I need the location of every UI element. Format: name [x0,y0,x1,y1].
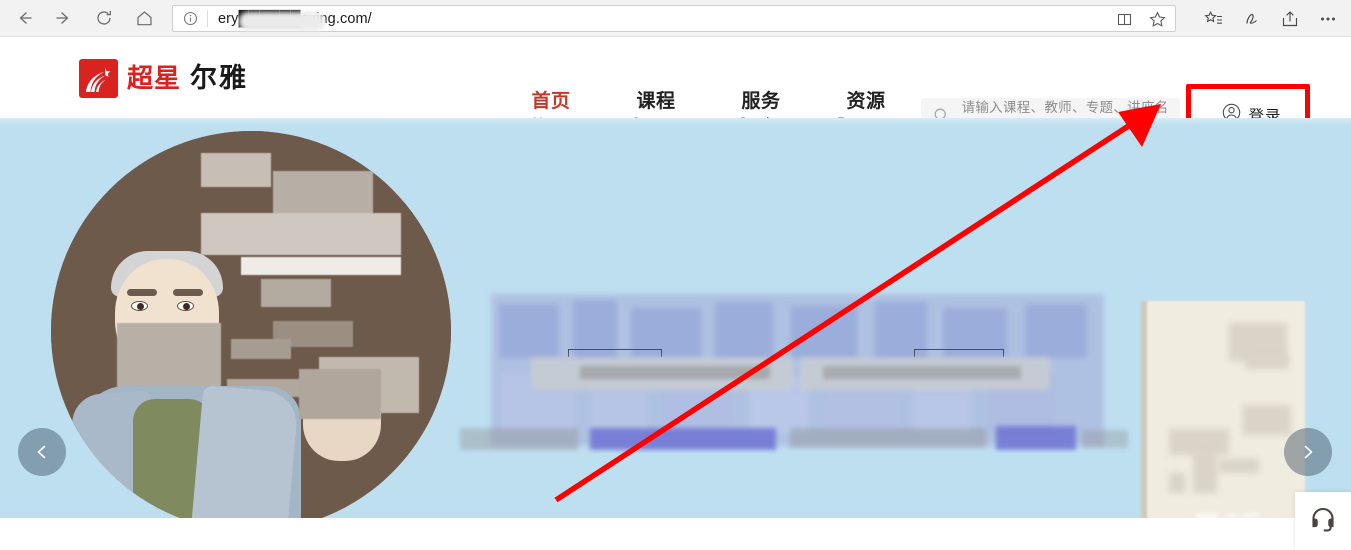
subtitle-bracket-right [914,349,1004,357]
page-below-banner [0,518,1351,550]
banner-gradient [0,118,1351,125]
screenshot-root: ery██████oxing.com/ [0,0,1351,550]
subtitle-bracket-left [568,349,662,357]
carousel-prev-button[interactable] [18,428,66,476]
caption-line-5 [1082,430,1128,448]
nav-item-courses-cn: 课程 [636,90,676,112]
carousel-next-button[interactable] [1284,428,1332,476]
watermark-chip-icon [1196,512,1218,528]
address-bar-actions [1108,7,1174,32]
caption-line-1 [460,428,578,450]
info-icon[interactable] [173,6,207,31]
site-header: 超星 尔雅 首页 Home 课程 Courses 服务 Service 资源 R… [0,38,1351,156]
url-text: ery██████oxing.com/ [208,11,372,31]
home-icon[interactable] [124,2,164,34]
hero-carousel[interactable] [0,118,1351,518]
address-bar[interactable]: ery██████oxing.com/ [172,5,1176,32]
subtitle-text-2 [823,366,1021,379]
customer-service-button[interactable] [1295,492,1351,550]
forward-arrow-icon[interactable] [44,2,84,34]
refresh-icon[interactable] [84,2,124,34]
star-icon[interactable] [1141,7,1174,32]
logo-brand-cn: 超星 [127,63,182,94]
headset-icon [1308,504,1338,539]
watermark-text: 主机 [1223,510,1262,533]
url-redaction-blur [239,11,325,31]
subtitle-text-1 [580,366,770,379]
reading-view-icon[interactable] [1108,7,1141,32]
nav-item-home-cn: 首页 [531,90,571,112]
share-icon[interactable] [1271,3,1309,34]
favorites-list-icon[interactable] [1195,3,1233,34]
nav-item-service-cn: 服务 [741,90,781,112]
back-arrow-icon[interactable] [4,2,44,34]
nav-item-resource-cn: 资源 [846,90,886,112]
caption-line-2 [590,428,776,450]
more-options-icon[interactable] [1309,3,1347,34]
web-notes-icon[interactable] [1233,3,1271,34]
carousel-book-illustration [1147,301,1305,518]
carousel-portrait-illustration [51,131,451,518]
browser-actions [1195,3,1347,34]
caption-line-4 [996,426,1076,450]
browser-toolbar: ery██████oxing.com/ [0,0,1351,37]
chaoxing-logo-mark-icon [79,59,118,98]
logo-brand-cn2: 尔雅 [190,63,249,94]
caption-line-3 [790,428,986,448]
site-logo[interactable]: 超星 尔雅 [79,59,248,98]
